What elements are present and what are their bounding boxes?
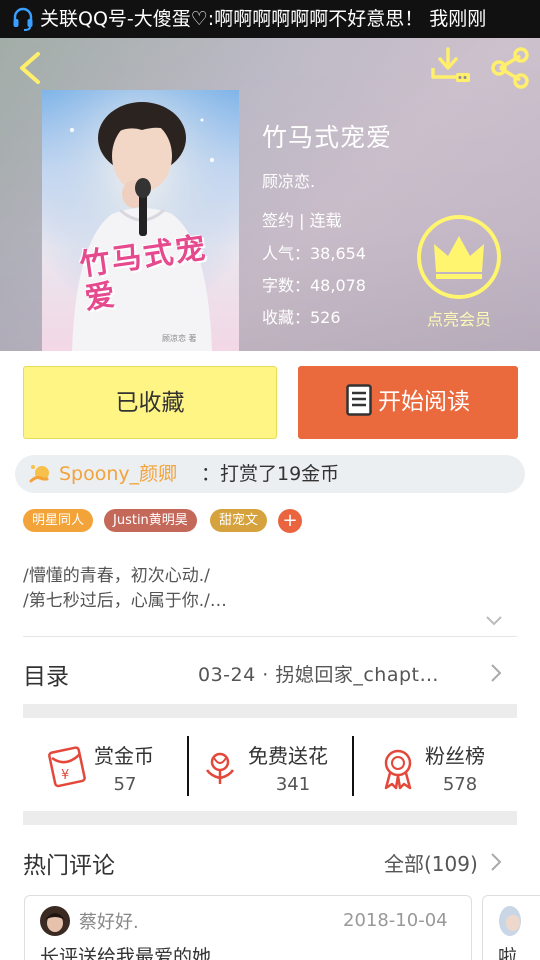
comment-user[interactable]: 蔡好好.	[79, 908, 139, 934]
hot-comments-label: 热门评论	[23, 853, 115, 879]
book-header: 竹马式宠爱 顾凉恋 著 竹马式宠爱 顾凉恋. 签约 | 连载 人气：38,654…	[0, 38, 540, 351]
divider	[352, 736, 354, 796]
chevron-right-icon[interactable]	[490, 663, 502, 683]
crown-icon[interactable]	[416, 214, 502, 300]
cover-illustration	[42, 90, 239, 351]
fans-label: 粉丝榜	[425, 744, 485, 768]
flowers-label: 免费送花	[248, 744, 328, 768]
tag-item[interactable]: 明星同人	[23, 509, 94, 532]
book-icon	[346, 383, 372, 416]
comment-text: 啦	[498, 946, 518, 960]
comment-card[interactable]: 蔡好好. 2018-10-04 长评送给我最爱的她	[24, 895, 472, 960]
tip-message: ：打赏了19金币	[201, 463, 340, 485]
back-arrow-icon[interactable]	[14, 50, 48, 86]
description-line: /第七秒过后，心属于你./…	[23, 591, 227, 611]
book-status: 签约 | 连载	[262, 211, 342, 230]
collected-button[interactable]: 已收藏	[23, 366, 277, 439]
divider	[187, 736, 189, 796]
red-envelope-icon: ¥	[48, 746, 86, 788]
book-word-count: 字数：48,078	[262, 276, 366, 295]
notification-text: 关联QQ号-大傻蛋♡:啊啊啊啊啊啊不好意思！ 我刚刚	[40, 8, 487, 30]
section-separator	[23, 704, 517, 718]
book-favorites: 收藏：526	[262, 308, 341, 327]
all-comments-link[interactable]: 全部(109)	[384, 848, 478, 877]
start-reading-label: 开始阅读	[378, 389, 470, 415]
book-cover-image[interactable]: 竹马式宠爱 顾凉恋 著	[42, 90, 239, 351]
toc-label[interactable]: 目录	[23, 657, 69, 691]
add-tag-button[interactable]: +	[278, 509, 302, 533]
tag-item[interactable]: 甜宠文	[210, 509, 268, 532]
flowers-value: 341	[275, 774, 311, 795]
comment-card[interactable]: 啦	[482, 895, 540, 960]
toc-latest-chapter[interactable]: 03-24 · 拐媳回家_chapt…	[198, 660, 439, 687]
vip-label[interactable]: 点亮会员	[416, 306, 502, 330]
avatar[interactable]	[499, 906, 521, 936]
reward-value: 57	[113, 774, 137, 795]
share-icon[interactable]	[488, 46, 532, 90]
description-line: /懵懂的青春，初次心动./	[23, 566, 210, 586]
fans-value: 578	[442, 774, 478, 795]
book-title: 竹马式宠爱	[262, 123, 393, 152]
tip-user[interactable]: Spoony_颜卿	[59, 455, 177, 493]
award-ribbon-icon	[384, 749, 412, 790]
download-icon[interactable]	[428, 46, 472, 86]
comment-date: 2018-10-04	[343, 910, 448, 931]
headset-icon	[13, 7, 33, 31]
divider	[23, 636, 517, 637]
book-author[interactable]: 顾凉恋.	[262, 168, 315, 192]
svg-text:¥: ¥	[61, 768, 69, 783]
start-reading-button[interactable]: 开始阅读	[298, 366, 518, 439]
avatar[interactable]	[40, 906, 70, 936]
tip-banner[interactable]: Spoony_颜卿 ：打赏了19金币	[15, 455, 525, 493]
flower-icon	[205, 752, 235, 784]
reward-label: 赏金币	[94, 744, 154, 768]
comment-text: 长评送给我最爱的她	[40, 946, 212, 960]
section-separator	[23, 811, 517, 825]
free-flowers[interactable]: 免费送花 341	[203, 732, 353, 802]
coin-hand-icon	[29, 465, 49, 483]
chevron-right-icon[interactable]	[490, 852, 502, 872]
tag-item[interactable]: Justin黄明昊	[104, 509, 197, 532]
book-detail-page: 关联QQ号-大傻蛋♡:啊啊啊啊啊啊不好意思！ 我刚刚 竹马式宠爱 顾凉恋 著 竹…	[0, 0, 540, 960]
book-popularity: 人气：38,654	[262, 244, 366, 263]
reward-coins[interactable]: ¥ 赏金币 57	[46, 732, 176, 802]
cover-author-caption: 顾凉恋 著	[162, 334, 197, 343]
fan-ranking[interactable]: 粉丝榜 578	[380, 732, 510, 802]
status-bar: 关联QQ号-大傻蛋♡:啊啊啊啊啊啊不好意思！ 我刚刚	[0, 0, 540, 38]
chevron-down-icon[interactable]	[484, 614, 504, 628]
